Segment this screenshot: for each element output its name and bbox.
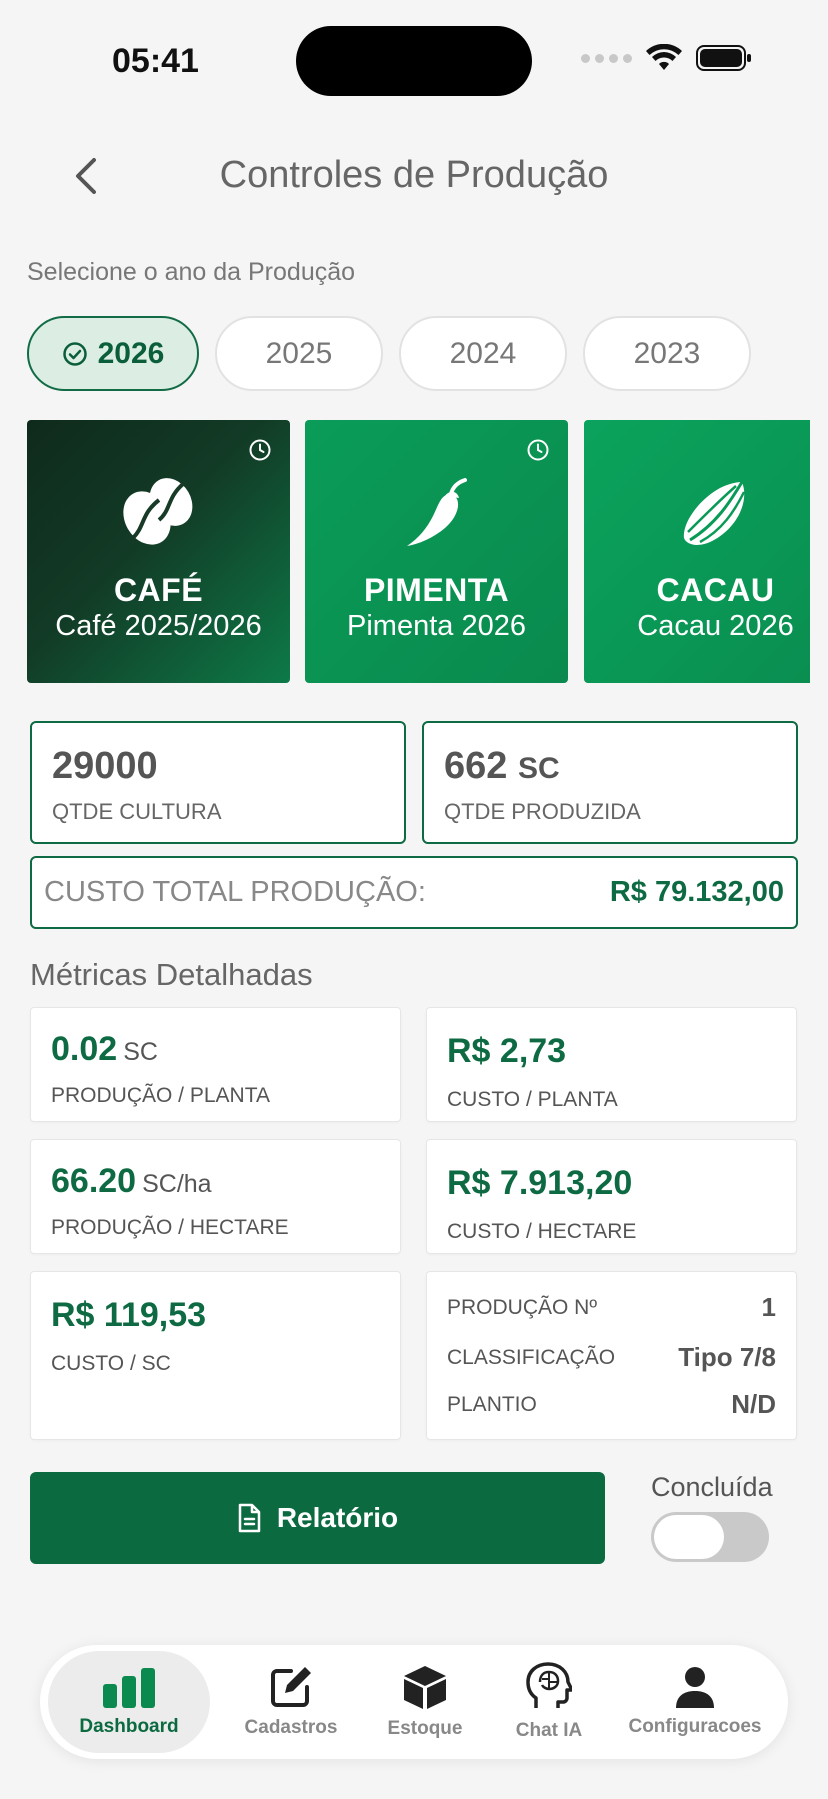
crop-carousel[interactable]: CAFÉ Café 2025/2026 PIMENTA Pimenta 2026 — [27, 420, 810, 683]
bottom-nav: Dashboard Cadastros Estoque Chat IA Conf… — [40, 1645, 788, 1759]
year-chip-label: 2024 — [449, 336, 517, 370]
info-value: Tipo 7/8 — [678, 1342, 776, 1372]
wifi-icon — [646, 44, 682, 70]
info-row-classificacao: CLASSIFICAÇÃO Tipo 7/8 — [447, 1342, 776, 1373]
coffee-bean-icon — [122, 478, 192, 545]
crop-season: Pimenta 2026 — [347, 610, 526, 642]
report-button[interactable]: Relatório — [30, 1472, 605, 1564]
metric-value: R$ 7.913,20 — [447, 1164, 633, 1202]
year-chip-label: 2023 — [633, 336, 701, 370]
metric-producao-planta: 0.02 SC PRODUÇÃO / PLANTA — [30, 1007, 401, 1122]
metric-unit: SC — [123, 1038, 158, 1066]
year-chip-label: 2025 — [265, 336, 333, 370]
crop-card-cacau[interactable]: CACAU Cacau 2026 — [584, 420, 810, 683]
status-time: 05:41 — [112, 42, 199, 80]
qtde-produzida-unit: SC — [517, 752, 560, 785]
info-value: 1 — [761, 1292, 776, 1322]
metric-producao-hectare: 66.20 SC/ha PRODUÇÃO / HECTARE — [30, 1139, 401, 1254]
metric-value: R$ 2,73 — [447, 1032, 567, 1070]
nav-item-label: Estoque — [387, 1718, 463, 1739]
crop-name: CACAU — [656, 572, 775, 608]
qtde-cultura-label: QTDE CULTURA — [52, 799, 222, 824]
year-chip-label: 2026 — [97, 336, 165, 370]
document-icon — [238, 1503, 261, 1533]
metric-label: PRODUÇÃO / PLANTA — [51, 1084, 270, 1107]
year-chip-2025[interactable]: 2025 — [215, 316, 383, 391]
qtde-produzida-label: QTDE PRODUZIDA — [444, 799, 641, 824]
info-key: PLANTIO — [447, 1392, 537, 1416]
nav-item-chat-ia[interactable]: Chat IA — [484, 1645, 614, 1759]
metric-value: R$ 119,53 — [51, 1296, 207, 1334]
year-chip-2023[interactable]: 2023 — [583, 316, 751, 391]
production-info-card: PRODUÇÃO Nº 1 CLASSIFICAÇÃO Tipo 7/8 PLA… — [426, 1271, 797, 1440]
box-icon — [404, 1666, 446, 1709]
qtde-cultura-card: 29000 QTDE CULTURA — [30, 721, 406, 844]
info-key: CLASSIFICAÇÃO — [447, 1345, 616, 1369]
qtde-produzida-value: 662 — [444, 745, 508, 787]
qtde-cultura-value: 29000 — [52, 745, 158, 787]
crop-name: CAFÉ — [113, 572, 204, 608]
nav-item-label: Chat IA — [515, 1720, 583, 1741]
status-icons — [581, 44, 752, 72]
metric-value: 66.20 — [51, 1162, 137, 1200]
signal-dots-icon — [581, 53, 632, 63]
crop-season: Cacau 2026 — [637, 610, 794, 642]
bar-chart-icon — [103, 1668, 155, 1708]
metric-value: 0.02 — [51, 1030, 118, 1068]
metric-label: PRODUÇÃO / HECTARE — [51, 1216, 289, 1239]
cacao-pod-icon — [683, 481, 745, 545]
metric-custo-hectare: R$ 7.913,20 CUSTO / HECTARE — [426, 1139, 797, 1254]
year-chip-2024[interactable]: 2024 — [399, 316, 567, 391]
info-value: N/D — [731, 1389, 776, 1419]
user-icon — [676, 1667, 714, 1708]
check-circle-icon — [62, 341, 87, 366]
metric-custo-sc: R$ 119,53 CUSTO / SC — [30, 1271, 401, 1440]
nav-item-configuracoes[interactable]: Configuracoes — [610, 1645, 780, 1759]
crop-name: PIMENTA — [363, 572, 510, 608]
custo-total-value: R$ 79.132,00 — [609, 876, 784, 908]
crop-card-pimenta[interactable]: PIMENTA Pimenta 2026 — [305, 420, 568, 683]
done-toggle[interactable] — [651, 1512, 769, 1562]
brain-head-icon — [526, 1662, 572, 1708]
toggle-knob — [654, 1515, 724, 1559]
info-row-producao-numero: PRODUÇÃO Nº 1 — [447, 1292, 776, 1323]
page-title: Controles de Produção — [219, 154, 609, 196]
metrics-title: Métricas Detalhadas — [30, 957, 313, 992]
year-chip-2026[interactable]: 2026 — [27, 316, 199, 391]
nav-item-estoque[interactable]: Estoque — [360, 1645, 490, 1759]
nav-item-label: Configuracoes — [628, 1716, 762, 1737]
done-toggle-label: Concluída — [651, 1472, 773, 1502]
metric-custo-planta: R$ 2,73 CUSTO / PLANTA — [426, 1007, 797, 1122]
year-selector: 2026 2025 2024 2023 — [27, 316, 751, 391]
metric-unit: SC/ha — [142, 1170, 212, 1198]
qtde-produzida-card: 662 SC QTDE PRODUZIDA — [422, 721, 798, 844]
nav-item-label: Cadastros — [244, 1717, 338, 1738]
custo-total-label: CUSTO TOTAL PRODUÇÃO: — [44, 876, 426, 908]
nav-item-label: Dashboard — [79, 1716, 179, 1737]
dynamic-island — [296, 26, 532, 96]
metric-label: CUSTO / HECTARE — [447, 1220, 637, 1243]
info-key: PRODUÇÃO Nº — [447, 1295, 598, 1319]
report-button-label: Relatório — [276, 1502, 399, 1533]
info-row-plantio: PLANTIO N/D — [447, 1389, 776, 1420]
metric-label: CUSTO / SC — [51, 1352, 171, 1375]
metric-label: CUSTO / PLANTA — [447, 1088, 618, 1111]
custo-total-card: CUSTO TOTAL PRODUÇÃO: R$ 79.132,00 — [30, 856, 798, 929]
pepper-icon — [406, 478, 467, 546]
nav-item-cadastros[interactable]: Cadastros — [226, 1645, 356, 1759]
crop-card-cafe[interactable]: CAFÉ Café 2025/2026 — [27, 420, 290, 683]
production-controls-screen: 05:41 Controles de Produção Selecione o … — [0, 0, 828, 1799]
year-select-label: Selecione o ano da Produção — [27, 258, 356, 286]
clock-icon — [249, 439, 271, 461]
battery-icon — [696, 45, 751, 71]
crop-season: Café 2025/2026 — [55, 610, 262, 642]
clock-icon — [527, 439, 549, 461]
edit-icon — [271, 1667, 311, 1707]
nav-item-dashboard[interactable]: Dashboard — [48, 1651, 210, 1753]
